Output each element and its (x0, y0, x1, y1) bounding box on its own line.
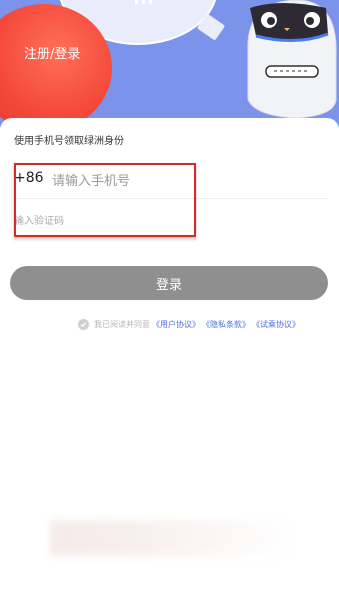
form-subtitle: 使用手机号领取绿洲身份 (14, 136, 124, 147)
test-ride-agreement-link[interactable]: 《试乘协议》 (252, 319, 300, 330)
blurred-footer (50, 520, 295, 556)
user-agreement-link[interactable]: 《用户协议》 (152, 319, 200, 330)
agreement-text: 我已阅读并同意 (94, 319, 150, 329)
login-button[interactable]: 登录 (10, 266, 328, 300)
highlight-box (14, 163, 196, 237)
hero-banner: 注册/登录 (0, 0, 339, 128)
bubble-mark-icon (128, 0, 158, 8)
privacy-policy-link[interactable]: 《隐私条款》 (202, 319, 250, 330)
agreement-row: 我已阅读并同意 《用户协议》 《隐私条款》 《试乘协议》 (78, 318, 300, 330)
page-title: 注册/登录 (24, 47, 81, 62)
check-circle-icon[interactable] (78, 318, 89, 330)
robot-mascot-icon (247, 0, 337, 119)
